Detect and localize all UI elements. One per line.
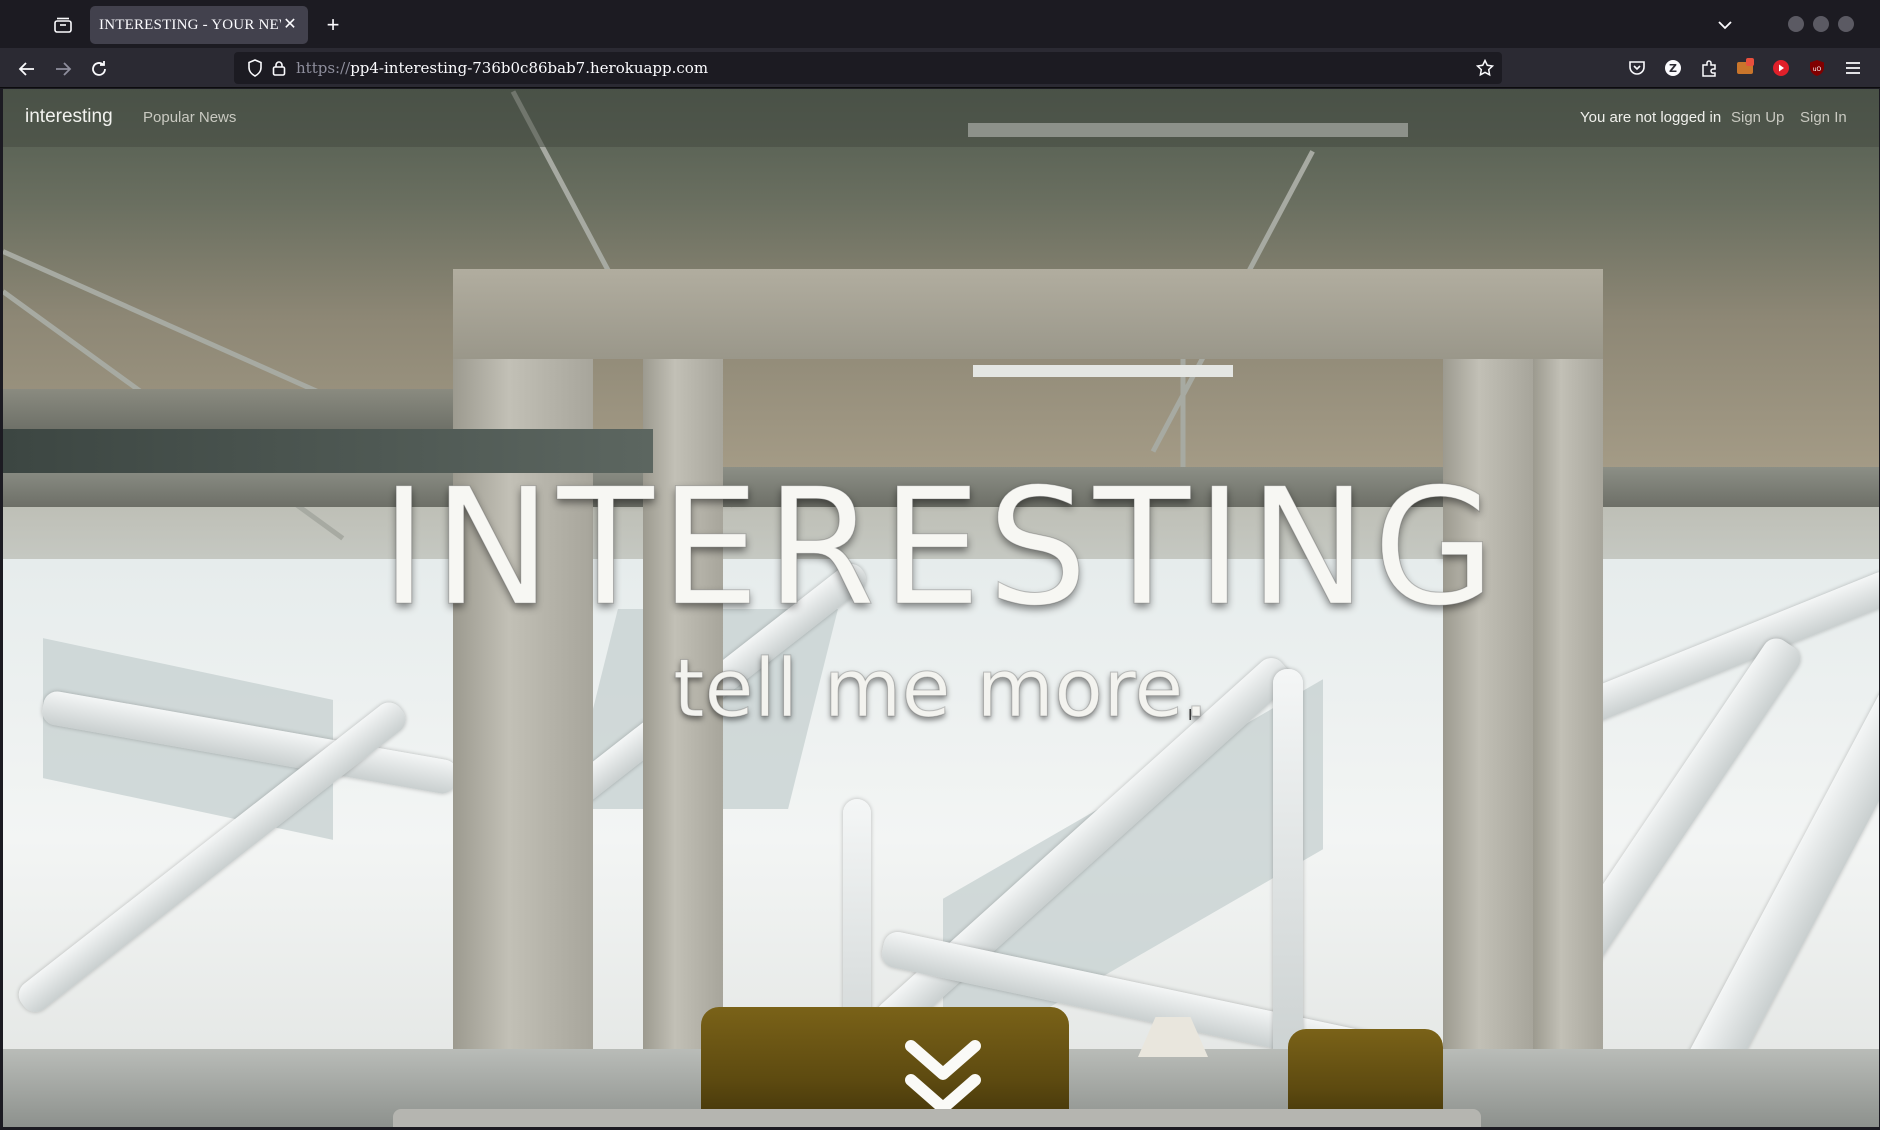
background-light-fixture	[973, 365, 1233, 377]
tab-title: INTERESTING - YOUR NEWS	[99, 16, 281, 33]
chevron-down-icon[interactable]	[1712, 12, 1738, 38]
browser-tab-bar: INTERESTING - YOUR NEWS ✕ +	[0, 0, 1880, 48]
youtube-extension-icon[interactable]	[1770, 57, 1792, 79]
reload-icon[interactable]	[84, 54, 114, 84]
extension-icon[interactable]	[1734, 57, 1756, 79]
pocket-icon[interactable]	[1626, 57, 1648, 79]
site-brand-link[interactable]: interesting	[25, 106, 113, 128]
content-card-edge	[393, 1109, 1481, 1127]
back-arrow-icon[interactable]	[12, 54, 42, 84]
sign-in-link[interactable]: Sign In	[1800, 109, 1847, 126]
minimize-window-button[interactable]	[1788, 16, 1804, 32]
plus-icon[interactable]: +	[320, 12, 346, 38]
background-strut	[1273, 669, 1303, 1089]
close-window-button[interactable]	[1838, 16, 1854, 32]
zotero-extension-icon[interactable]: Z	[1662, 57, 1684, 79]
lock-icon[interactable]	[268, 57, 290, 79]
text-cursor-icon: I	[1188, 707, 1193, 724]
tracking-shield-icon[interactable]	[244, 57, 266, 79]
tab-overview-icon[interactable]	[50, 12, 76, 38]
browser-toolbar: https://pp4-interesting-736b0c86bab7.her…	[0, 48, 1880, 88]
sign-up-link[interactable]: Sign Up	[1731, 109, 1784, 126]
popular-news-link[interactable]: Popular News	[143, 109, 236, 126]
url-bar[interactable]: https://pp4-interesting-736b0c86bab7.her…	[234, 52, 1502, 84]
maximize-window-button[interactable]	[1813, 16, 1829, 32]
svg-text:uO: uO	[1813, 66, 1822, 73]
puzzle-icon[interactable]	[1698, 57, 1720, 79]
hero-subtitle: tell me more.	[673, 642, 1210, 735]
close-icon[interactable]: ✕	[280, 14, 300, 34]
forward-arrow-icon[interactable]	[48, 54, 78, 84]
background-lintel	[3, 389, 453, 433]
background-lintel	[453, 269, 1603, 359]
hero-title: INTERESTING	[380, 454, 1502, 642]
url-text: https://pp4-interesting-736b0c86bab7.her…	[296, 59, 709, 77]
svg-text:Z: Z	[1669, 62, 1677, 75]
hamburger-menu-icon[interactable]	[1842, 57, 1864, 79]
ublock-origin-icon[interactable]: uO	[1806, 57, 1828, 79]
login-status-text: You are not logged in	[1580, 109, 1722, 126]
browser-tab-active[interactable]: INTERESTING - YOUR NEWS ✕	[90, 6, 308, 44]
star-icon[interactable]	[1474, 57, 1496, 79]
site-navbar: interesting Popular News You are not log…	[3, 89, 1879, 147]
page-viewport: interesting Popular News You are not log…	[3, 89, 1879, 1127]
